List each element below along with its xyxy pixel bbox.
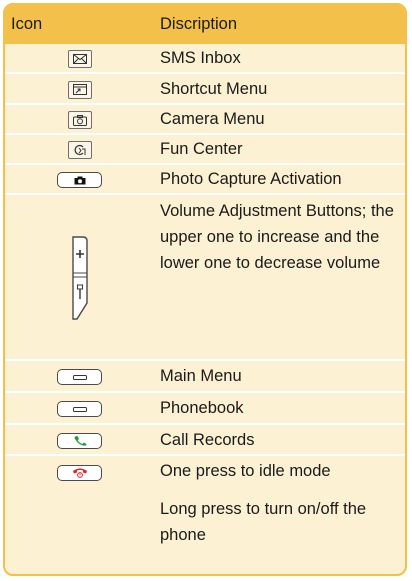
table-row: One press to idle mode bbox=[5, 456, 405, 489]
camera-icon bbox=[67, 111, 92, 129]
row-description: Long press to turn on/off the phone bbox=[160, 500, 367, 544]
row-description: Fun Center bbox=[160, 140, 243, 158]
row-description: One press to idle mode bbox=[160, 462, 331, 480]
camera-key-icon bbox=[57, 172, 102, 188]
table-row: Fun Center bbox=[5, 135, 405, 165]
fun-center-icon bbox=[67, 141, 92, 159]
table-row: Main Menu bbox=[5, 361, 405, 393]
left-soft-key-icon bbox=[57, 369, 102, 385]
table-row: Phonebook bbox=[5, 393, 405, 425]
table-row: Photo Capture Activation bbox=[5, 165, 405, 195]
table-row: Call Records bbox=[5, 425, 405, 456]
row-description: SMS Inbox bbox=[160, 49, 241, 67]
row-description: Call Records bbox=[160, 431, 255, 449]
row-description: Camera Menu bbox=[160, 110, 265, 128]
header-description: Discription bbox=[160, 15, 238, 33]
right-soft-key-icon bbox=[57, 401, 102, 417]
row-description: Volume Adjustment Buttons; the upper one… bbox=[160, 202, 394, 272]
volume-buttons-icon bbox=[71, 236, 88, 320]
key-icon-table: Icon Discription SMS Inbox Shortcut Menu… bbox=[3, 3, 407, 576]
row-description: Shortcut Menu bbox=[160, 80, 268, 98]
row-description: Photo Capture Activation bbox=[160, 170, 342, 188]
table-row: SMS Inbox bbox=[5, 44, 405, 74]
call-key-icon bbox=[57, 432, 102, 449]
table-row: Long press to turn on/off the phone bbox=[5, 489, 405, 574]
envelope-icon bbox=[67, 50, 92, 68]
table-row: Shortcut Menu bbox=[5, 74, 405, 105]
row-description: Phonebook bbox=[160, 399, 244, 417]
header-icon: Icon bbox=[11, 15, 43, 33]
shortcut-icon bbox=[67, 80, 92, 99]
table-row: Camera Menu bbox=[5, 105, 405, 135]
end-key-icon bbox=[57, 464, 102, 481]
table-header: Icon Discription bbox=[5, 5, 405, 44]
row-description: Main Menu bbox=[160, 367, 242, 385]
table-row: Volume Adjustment Buttons; the upper one… bbox=[5, 195, 405, 361]
